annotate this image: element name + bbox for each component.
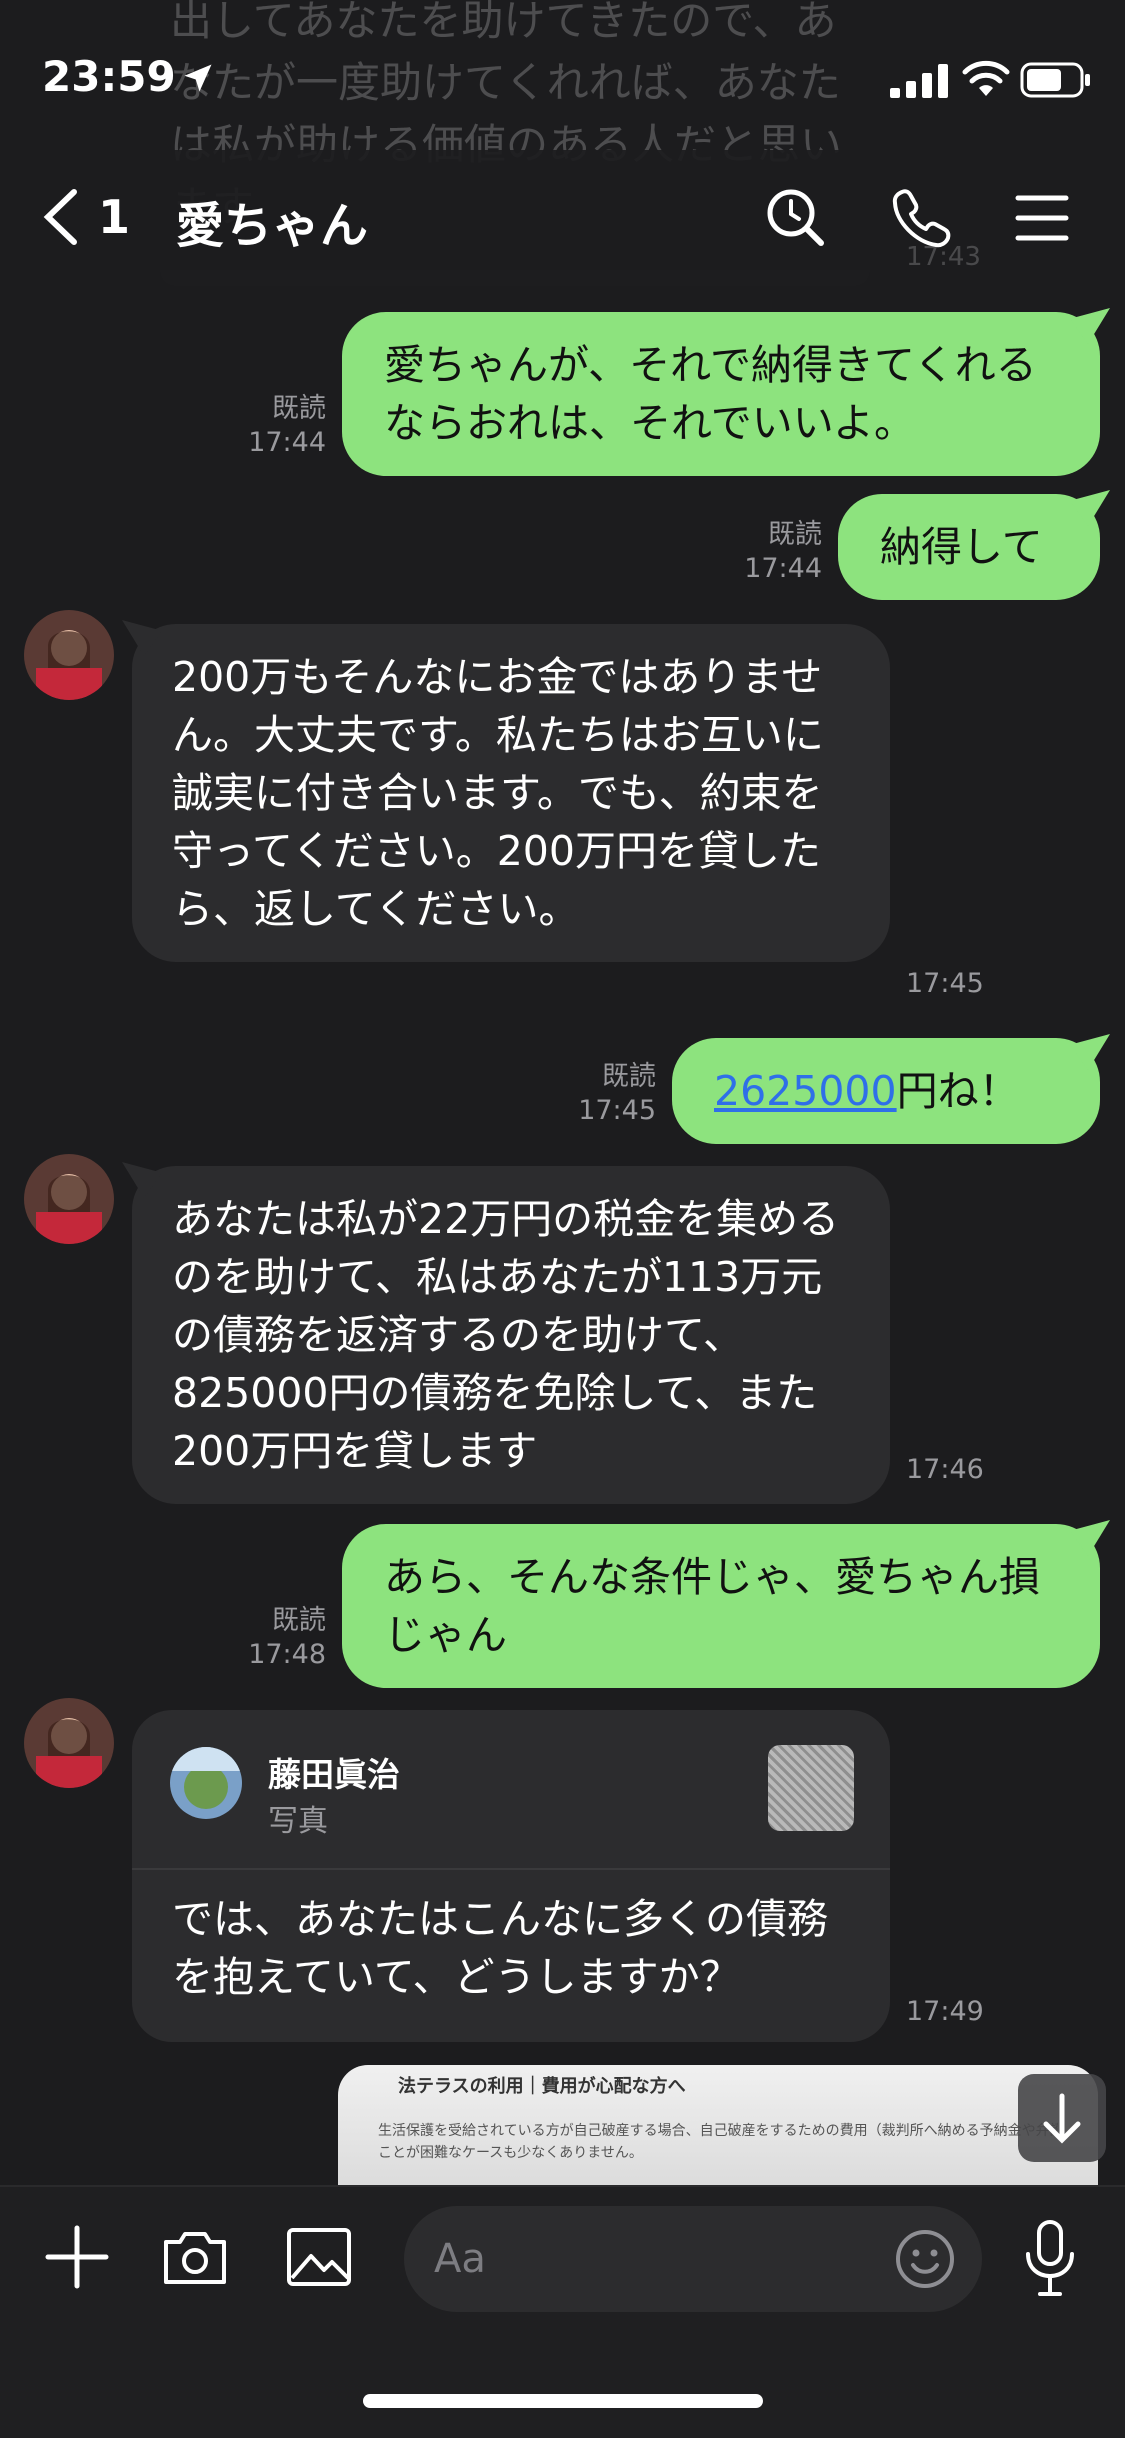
image-icon[interactable] xyxy=(284,2222,354,2292)
message-bubble-outgoing[interactable]: 愛ちゃんが、それで納得きてくれるならおれは、それでいいよ。 xyxy=(342,312,1100,476)
message-time: 17:44 xyxy=(248,427,326,458)
battery-icon xyxy=(1020,62,1090,98)
read-receipt: 既読 xyxy=(768,519,822,550)
message-time: 17:46 xyxy=(906,1454,984,1485)
avatar[interactable] xyxy=(24,610,114,700)
message-time: 17:48 xyxy=(248,1639,326,1670)
home-indicator xyxy=(363,2394,763,2408)
message-meta: 既読 17:45 xyxy=(546,1060,656,1128)
message-bubble-incoming[interactable]: あなたは私が22万円の税金を集めるのを助けて、私はあなたが113万元の債務を返済… xyxy=(132,1166,890,1504)
photo-body-text: ことが困難なケースも少なくありません。 xyxy=(378,2145,643,2161)
read-receipt: 既読 xyxy=(272,1605,326,1636)
scroll-to-bottom-button[interactable] xyxy=(1018,2074,1106,2162)
message-time: 17:49 xyxy=(906,1996,984,2027)
message-text: あら、そんな条件じゃ、愛ちゃん損じゃん xyxy=(384,1553,1040,1659)
status-time: 23:59 xyxy=(42,52,176,101)
camera-icon[interactable] xyxy=(160,2222,230,2292)
search-clock-icon[interactable] xyxy=(764,186,826,248)
photo-heading-text: 法テラスの利用｜費用が心配な方へ xyxy=(398,2076,686,2097)
emoji-icon[interactable] xyxy=(894,2228,956,2290)
message-time: 17:44 xyxy=(744,553,822,584)
avatar[interactable] xyxy=(24,1698,114,1788)
message-text: 愛ちゃんが、それで納得きてくれるならおれは、それでいいよ。 xyxy=(384,341,1037,447)
message-text: 円ね！ xyxy=(896,1067,1020,1115)
signal-icon xyxy=(890,64,948,98)
reply-content-type: 写真 xyxy=(268,1804,328,1839)
message-text: 納得して xyxy=(880,523,1043,571)
message-meta: 既読 17:44 xyxy=(216,392,326,460)
message-text: では、あなたはこんなに多くの債務を抱えていて、どうしますか？ xyxy=(172,1895,828,2001)
avatar[interactable] xyxy=(24,1154,114,1244)
message-meta: 既読 17:44 xyxy=(712,518,822,586)
message-bubble-outgoing[interactable]: 2625000円ね！ xyxy=(672,1038,1100,1144)
message-time: 17:45 xyxy=(578,1095,656,1126)
chat-title: 愛ちゃん xyxy=(176,198,369,254)
phone-icon[interactable] xyxy=(890,186,952,248)
plus-icon[interactable] xyxy=(42,2222,112,2292)
previous-message-time: 17:43 xyxy=(906,242,981,272)
unread-count[interactable]: 1 xyxy=(98,190,130,244)
photo-body-text: 生活保護を受給されている方が自己破産する場合、自己破産をするための費用（裁判所へ… xyxy=(378,2123,1058,2139)
reply-sender-avatar xyxy=(170,1747,242,1819)
reply-thumbnail[interactable] xyxy=(768,1745,854,1831)
arrow-down-icon xyxy=(1043,2093,1081,2144)
read-receipt: 既読 xyxy=(602,1061,656,1092)
reply-sender-name: 藤田眞治 xyxy=(268,1755,400,1794)
message-bubble-outgoing[interactable]: 納得して xyxy=(838,494,1100,600)
message-meta: 既読 17:48 xyxy=(216,1604,326,1672)
chevron-left-icon[interactable] xyxy=(38,188,88,246)
message-text: あなたは私が22万円の税金を集めるのを助けて、私はあなたが113万元の債務を返済… xyxy=(172,1195,840,1475)
location-arrow-icon xyxy=(184,64,212,92)
amount-link[interactable]: 2625000 xyxy=(714,1067,897,1115)
card-divider xyxy=(132,1868,890,1870)
hamburger-menu-icon[interactable] xyxy=(1014,190,1070,246)
read-receipt: 既読 xyxy=(272,393,326,424)
message-bubble-incoming[interactable]: 200万もそんなにお金ではありません。大丈夫です。私たちはお互いに誠実に付き合い… xyxy=(132,624,890,962)
message-text: 200万もそんなにお金ではありません。大丈夫です。私たちはお互いに誠実に付き合い… xyxy=(172,653,824,933)
wifi-icon xyxy=(962,60,1010,96)
message-time: 17:45 xyxy=(906,968,984,999)
message-bubble-outgoing[interactable]: あら、そんな条件じゃ、愛ちゃん損じゃん xyxy=(342,1524,1100,1688)
microphone-icon[interactable] xyxy=(1020,2218,1080,2298)
